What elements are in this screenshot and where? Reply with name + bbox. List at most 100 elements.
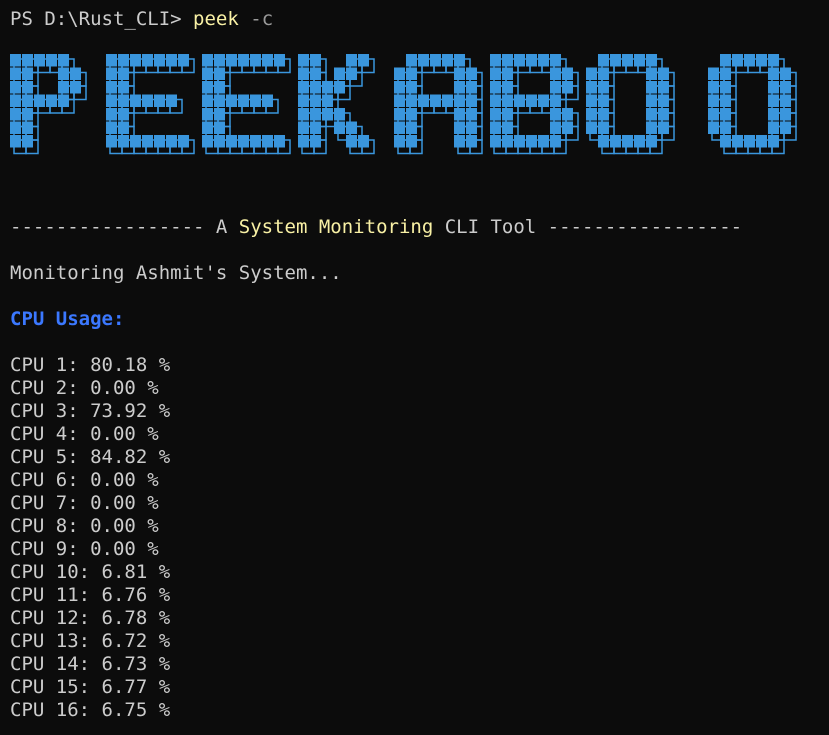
banner-fill-cell (202, 67, 213, 80)
banner-fill-cell (118, 54, 129, 67)
banner-fill-cell (406, 121, 417, 134)
banner-fill-cell (274, 135, 285, 148)
banner-fill-cell (454, 67, 465, 80)
banner-fill-cell (502, 94, 513, 107)
cpu-line: CPU 2: 0.00 % (10, 377, 159, 399)
banner-fill-cell (10, 108, 21, 121)
banner-fill-cell (622, 135, 633, 148)
banner-fill-cell (406, 94, 417, 107)
banner-fill-cell (720, 67, 731, 80)
banner-fill-cell (646, 135, 657, 148)
banner-fill-cell (720, 54, 731, 67)
banner-fill-cell (490, 121, 501, 134)
banner-fill-cell (214, 135, 225, 148)
banner-fill-cell (454, 121, 465, 134)
banner-fill-cell (226, 94, 237, 107)
banner-fill-cell (346, 121, 357, 134)
banner-fill-cell (202, 108, 213, 121)
banner-fill-cell (768, 135, 779, 148)
banner-fill-cell (720, 108, 731, 121)
cpu-line: CPU 16: 6.75 % (10, 699, 171, 721)
banner-fill-cell (310, 81, 321, 94)
banner-fill-cell (514, 94, 525, 107)
banner-fill-cell (10, 81, 21, 94)
banner-fill-cell (658, 121, 669, 134)
cpu-line: CPU 10: 6.81 % (10, 561, 171, 583)
banner-fill-cell (658, 67, 669, 80)
tagline-left-dashes: ----------------- (10, 216, 216, 238)
banner-fill-cell (466, 108, 477, 121)
banner-fill-cell (526, 94, 537, 107)
banner-fill-cell (250, 94, 261, 107)
banner-fill-cell (634, 135, 645, 148)
banner-fill-cell (454, 81, 465, 94)
banner-fill-cell (154, 135, 165, 148)
tagline-highlight: System Monitoring (238, 216, 434, 238)
banner-fill-cell (708, 81, 719, 94)
banner-fill-cell (406, 135, 417, 148)
banner-fill-cell (334, 121, 345, 134)
banner-fill-cell (118, 81, 129, 94)
banner-fill-cell (394, 67, 405, 80)
banner-fill-cell (346, 135, 357, 148)
banner-fill-cell (70, 67, 81, 80)
banner-fill-cell (202, 81, 213, 94)
banner-fill-cell (250, 135, 261, 148)
banner-fill-cell (262, 54, 273, 67)
banner-fill-cell (202, 135, 213, 148)
banner-fill-cell (130, 94, 141, 107)
banner-fill-cell (22, 54, 33, 67)
banner-fill-cell (142, 54, 153, 67)
banner-fill-cell (430, 54, 441, 67)
banner-fill-cell (262, 135, 273, 148)
banner-fill-cell (202, 54, 213, 67)
banner-fill-cell (142, 94, 153, 107)
banner-fill-cell (58, 54, 69, 67)
banner-fill-cell (22, 94, 33, 107)
banner-fill-cell (214, 54, 225, 67)
banner-fill-cell (394, 81, 405, 94)
banner-fill-cell (10, 135, 21, 148)
prompt-line: PS D:\Rust_CLI> peek -c (10, 8, 273, 31)
banner-fill-cell (526, 54, 537, 67)
banner-fill-cell (166, 94, 177, 107)
banner-fill-cell (768, 67, 779, 80)
banner-fill-cell (274, 54, 285, 67)
banner-fill-cell (720, 81, 731, 94)
banner-fill-cell (166, 135, 177, 148)
banner-fill-cell (298, 81, 309, 94)
banner-fill-cell (106, 81, 117, 94)
banner-fill-cell (22, 135, 33, 148)
monitoring-message: Monitoring Ashmit's System... (10, 262, 342, 284)
cpu-line: CPU 6: 0.00 % (10, 469, 159, 491)
banner-fill-cell (22, 108, 33, 121)
banner-fill-cell (490, 81, 501, 94)
banner-fill-cell (22, 81, 33, 94)
banner-fill-cell (708, 94, 719, 107)
banner-fill-cell (598, 94, 609, 107)
banner-fill-cell (622, 54, 633, 67)
banner-fill-cell (358, 54, 369, 67)
banner-fill-cell (490, 108, 501, 121)
cpu-line: CPU 11: 6.76 % (10, 584, 171, 606)
banner-fill-cell (298, 67, 309, 80)
cpu-usage-heading: CPU Usage: (10, 308, 125, 330)
banner-fill-cell (598, 67, 609, 80)
banner-fill-cell (780, 81, 791, 94)
banner-fill-cell (708, 108, 719, 121)
banner-fill-cell (166, 54, 177, 67)
banner-fill-cell (406, 54, 417, 67)
banner-fill-cell (454, 54, 465, 67)
banner-fill-cell (768, 108, 779, 121)
banner-fill-cell (394, 121, 405, 134)
banner-fill-cell (118, 67, 129, 80)
banner-fill-cell (538, 54, 549, 67)
banner-fill-cell (10, 67, 21, 80)
banner-fill-cell (502, 108, 513, 121)
banner-fill-cell (214, 108, 225, 121)
cpu-line: CPU 14: 6.73 % (10, 653, 171, 675)
banner-fill-cell (298, 108, 309, 121)
banner-fill-cell (322, 108, 333, 121)
banner-fill-cell (466, 67, 477, 80)
banner-fill-cell (720, 121, 731, 134)
